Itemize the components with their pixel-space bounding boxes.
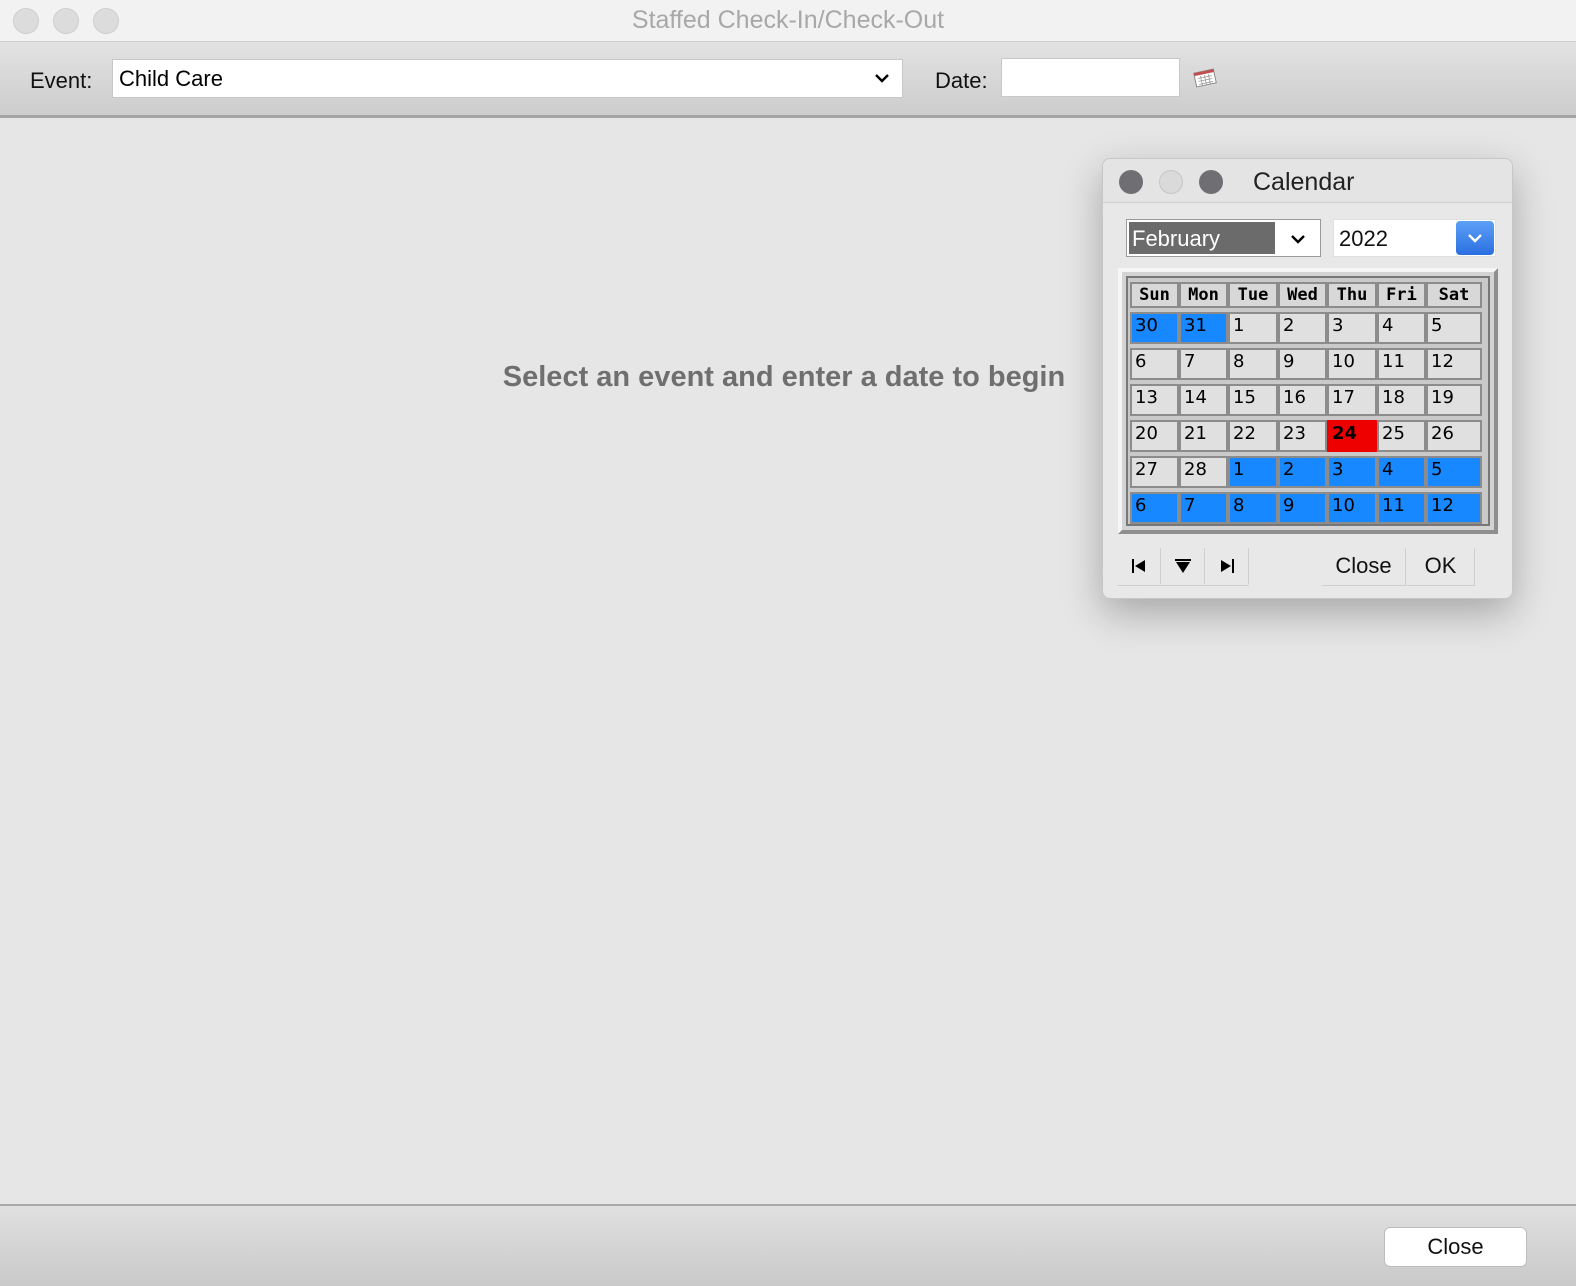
chevron-down-icon: [1468, 234, 1482, 243]
calendar-minimize-dot[interactable]: [1159, 170, 1183, 194]
date-label: Date:: [935, 68, 988, 93]
calendar-day-cell[interactable]: 4: [1377, 312, 1426, 344]
calendar-day-cell[interactable]: 2: [1278, 312, 1327, 344]
calendar-day-cell[interactable]: 1: [1228, 456, 1278, 488]
arrow-down-icon: [1175, 559, 1191, 573]
calendar-day-cell[interactable]: 5: [1426, 456, 1482, 488]
toolbar: Event: Child Care Date:: [0, 42, 1576, 118]
calendar-day-cell[interactable]: 8: [1228, 348, 1278, 380]
event-label: Event:: [30, 68, 93, 93]
calendar-day-cell[interactable]: 5: [1426, 312, 1482, 344]
calendar-day-cell[interactable]: 27: [1130, 456, 1179, 488]
calendar-nav: [1117, 548, 1249, 586]
day-header-tue: Tue: [1228, 282, 1278, 308]
calendar-day-cell[interactable]: 11: [1377, 348, 1426, 380]
calendar-day-cell[interactable]: 11: [1377, 492, 1426, 524]
year-dropdown-button[interactable]: [1456, 221, 1494, 255]
calendar-day-cell[interactable]: 17: [1327, 384, 1377, 416]
calendar-day-cell[interactable]: 23: [1278, 420, 1327, 452]
calendar-day-cell[interactable]: 24: [1327, 420, 1377, 452]
calendar-close-dot[interactable]: [1119, 170, 1143, 194]
calendar-day-cell[interactable]: 30: [1130, 312, 1179, 344]
day-header-mon: Mon: [1179, 282, 1228, 308]
calendar-day-cell[interactable]: 9: [1278, 492, 1327, 524]
calendar-day-cell[interactable]: 19: [1426, 384, 1482, 416]
day-header-fri: Fri: [1377, 282, 1426, 308]
calendar-day-cell[interactable]: 6: [1130, 348, 1179, 380]
day-header-sat: Sat: [1426, 282, 1482, 308]
year-select[interactable]: 2022: [1333, 219, 1496, 257]
calendar-title-bar: Calendar: [1103, 159, 1512, 203]
calendar-ok-button[interactable]: OK: [1407, 548, 1475, 586]
title-bar: Staffed Check-In/Check-Out: [0, 0, 1576, 42]
day-header-thu: Thu: [1327, 282, 1377, 308]
window-title: Staffed Check-In/Check-Out: [631, 6, 945, 34]
arrow-left-icon: [1132, 559, 1145, 573]
calendar-day-cell[interactable]: 16: [1278, 384, 1327, 416]
calendar-day-cell[interactable]: 3: [1327, 456, 1377, 488]
calendar-day-cell[interactable]: 20: [1130, 420, 1179, 452]
calendar-day-cell[interactable]: 13: [1130, 384, 1179, 416]
calendar-day-cell[interactable]: 18: [1377, 384, 1426, 416]
calendar-icon[interactable]: [1192, 68, 1218, 88]
calendar-grid: Sun Mon Tue Wed Thu Fri Sat 30 31 1 2 3 4 5 6 7 8 9 10 11 12…: [1118, 268, 1498, 534]
calendar-day-cell[interactable]: 28: [1179, 456, 1228, 488]
next-month-button[interactable]: [1205, 548, 1249, 584]
calendar-day-cell[interactable]: 22: [1228, 420, 1278, 452]
calendar-day-cell[interactable]: 12: [1426, 492, 1482, 524]
calendar-day-cell[interactable]: 7: [1179, 348, 1228, 380]
calendar-dialog: Calendar February 2022 Sun Mon Tue Wed Thu Fr…: [1102, 158, 1513, 599]
calendar-day-cell[interactable]: 4: [1377, 456, 1426, 488]
calendar-day-cell[interactable]: 2: [1278, 456, 1327, 488]
previous-month-button[interactable]: [1117, 548, 1161, 584]
calendar-day-cell[interactable]: 14: [1179, 384, 1228, 416]
calendar-day-cell[interactable]: 31: [1179, 312, 1228, 344]
year-value: 2022: [1339, 226, 1388, 251]
calendar-day-cell[interactable]: 21: [1179, 420, 1228, 452]
calendar-day-cell[interactable]: 25: [1377, 420, 1426, 452]
event-select-value: Child Care: [119, 66, 223, 91]
calendar-day-cell[interactable]: 26: [1426, 420, 1482, 452]
calendar-day-cell[interactable]: 12: [1426, 348, 1482, 380]
footer: Close: [0, 1204, 1576, 1286]
day-header-sun: Sun: [1130, 282, 1179, 308]
calendar-close-button[interactable]: Close: [1322, 548, 1406, 586]
chevron-down-icon: [875, 74, 889, 83]
current-month-button[interactable]: [1161, 548, 1205, 584]
calendar-day-cell[interactable]: 9: [1278, 348, 1327, 380]
month-select[interactable]: February: [1126, 219, 1321, 257]
calendar-day-cell[interactable]: 1: [1228, 312, 1278, 344]
event-select[interactable]: Child Care: [112, 59, 903, 98]
calendar-day-cell[interactable]: 10: [1327, 348, 1377, 380]
month-value: February: [1129, 222, 1275, 254]
chevron-down-icon: [1291, 235, 1305, 244]
date-field[interactable]: [1001, 58, 1180, 97]
calendar-zoom-dot[interactable]: [1199, 170, 1223, 194]
calendar-day-cell[interactable]: 15: [1228, 384, 1278, 416]
arrow-right-icon: [1221, 559, 1234, 573]
calendar-grid-inner: Sun Mon Tue Wed Thu Fri Sat 30 31 1 2 3 4 5 6 7 8 9 10 11 12…: [1126, 276, 1490, 526]
calendar-day-cell[interactable]: 6: [1130, 492, 1179, 524]
close-button[interactable]: Close: [1384, 1227, 1527, 1267]
day-header-wed: Wed: [1278, 282, 1327, 308]
calendar-day-cell[interactable]: 3: [1327, 312, 1377, 344]
calendar-title: Calendar: [1253, 168, 1355, 196]
calendar-day-cell[interactable]: 8: [1228, 492, 1278, 524]
calendar-day-cell[interactable]: 7: [1179, 492, 1228, 524]
calendar-day-cell[interactable]: 10: [1327, 492, 1377, 524]
